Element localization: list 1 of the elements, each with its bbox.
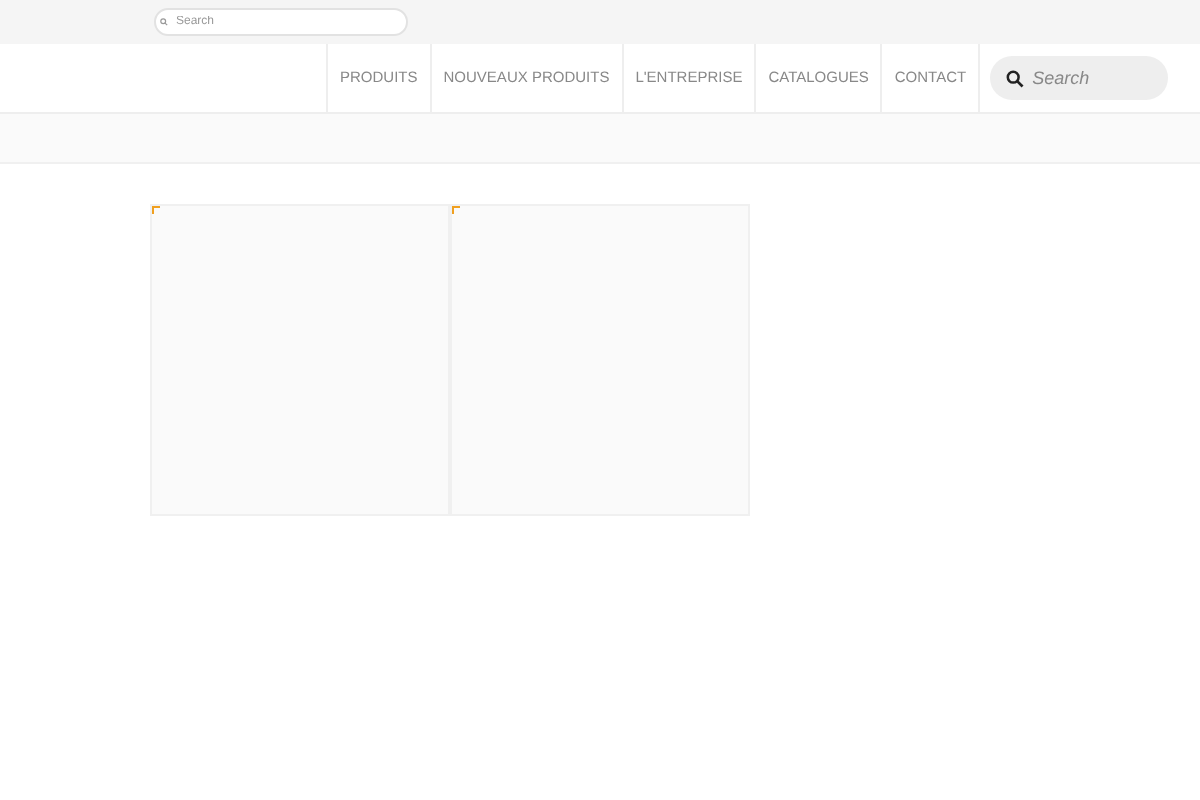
search-field[interactable]: Search — [990, 56, 1169, 100]
